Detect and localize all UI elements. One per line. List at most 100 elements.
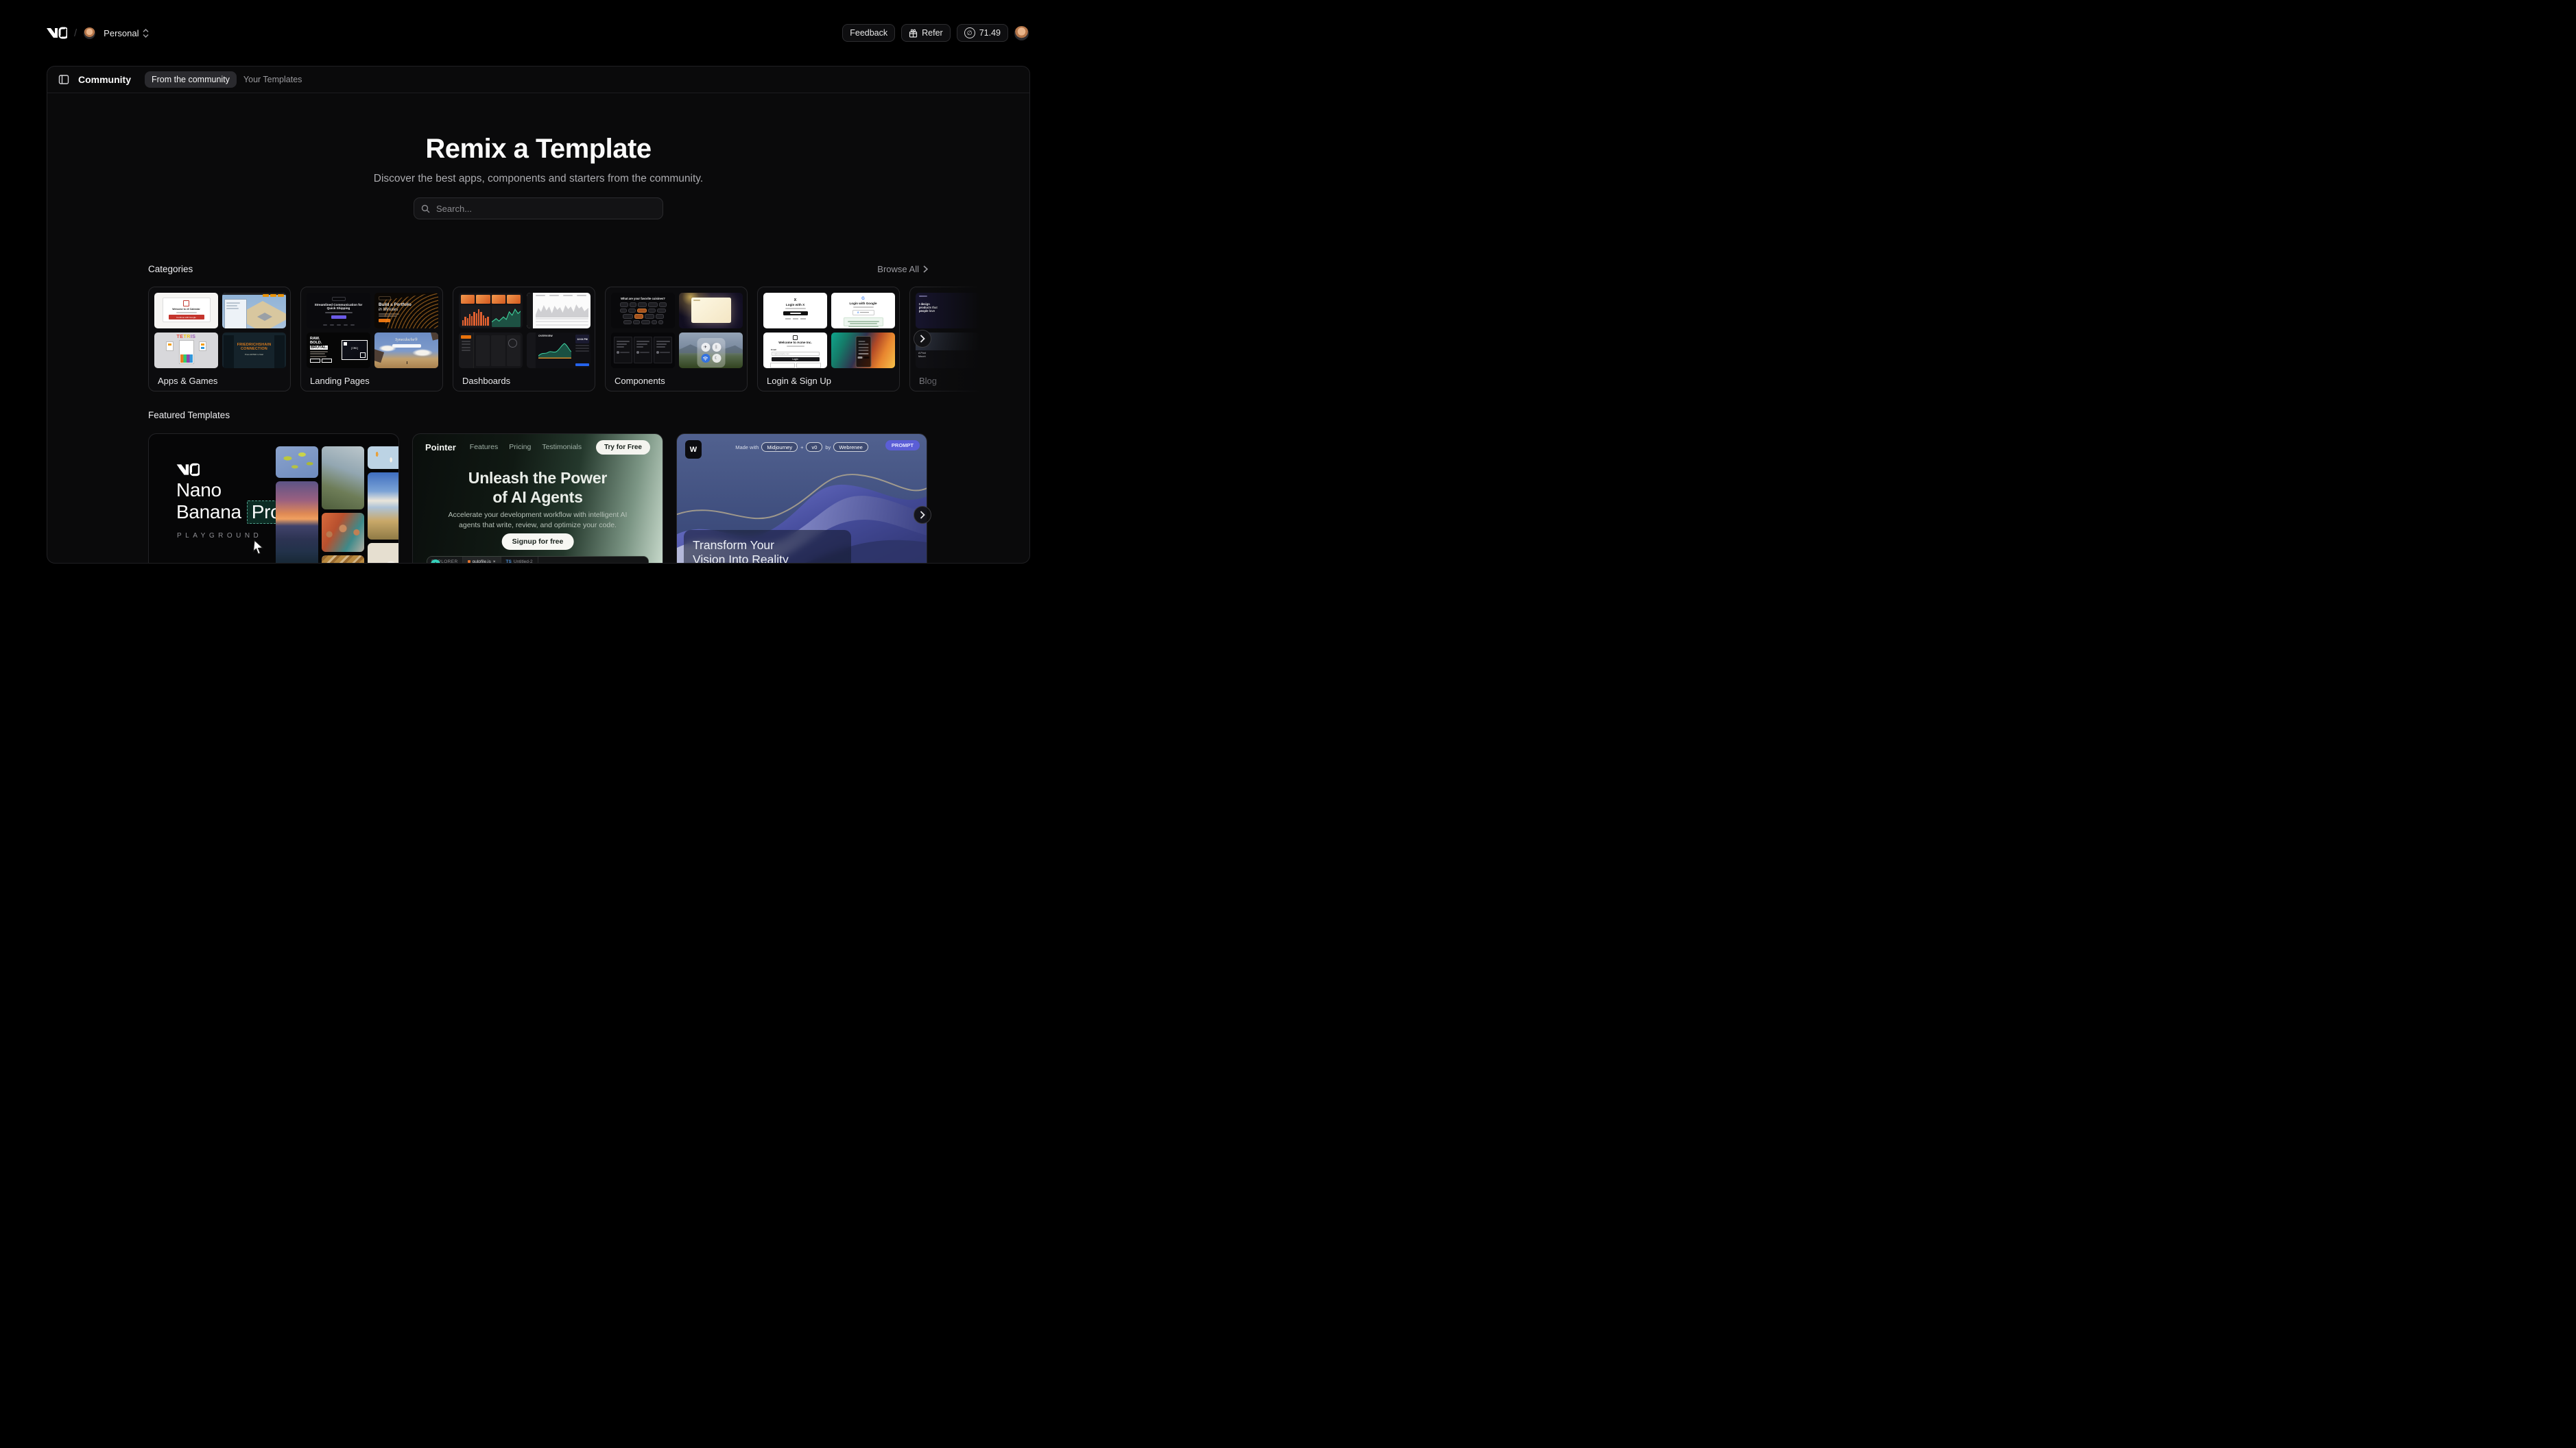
category-label: Apps & Games	[158, 376, 285, 386]
wifi-icon	[701, 354, 710, 363]
signup-free-button: Signup for free	[502, 533, 574, 550]
pointer-hero-subtitle: Accelerate your development workflow wit…	[413, 510, 663, 531]
photo-coffee	[368, 543, 399, 564]
chevron-right-icon	[920, 335, 925, 343]
chevron-right-icon	[923, 265, 928, 273]
thumb-synecdoche-landing: Synecdoche®	[374, 333, 438, 368]
browse-all-link[interactable]: Browse All	[877, 264, 928, 274]
credits-button[interactable]: ∅ 71.49	[957, 24, 1008, 42]
hero-subtitle: Discover the best apps, components and s…	[47, 173, 1029, 185]
v0-logo[interactable]	[47, 25, 67, 40]
hero-glass-panel: Transform YourVision Into Reality Use GS…	[684, 530, 851, 564]
pointer-hero-title: Unleash the Powerof AI Agents	[413, 468, 663, 507]
cursor-icon	[252, 539, 265, 555]
pointer-brand: Pointer	[425, 442, 456, 452]
chevron-updown-icon	[143, 29, 149, 38]
airplane-icon: ✈	[701, 343, 710, 352]
nano-photo-grid	[276, 446, 399, 564]
category-card-landing-pages[interactable]: Streamlined Communication forQuick Shipp…	[300, 287, 443, 391]
tab-your-templates[interactable]: Your Templates	[237, 71, 309, 88]
photo-sunset-mountains	[276, 481, 318, 564]
midjourney-badge: Midjourney	[761, 442, 798, 452]
thumb-saas-landing: Streamlined Communication forQuick Shipp…	[307, 293, 370, 328]
credits-icon: ∅	[964, 27, 975, 38]
category-label: Dashboards	[462, 376, 589, 386]
pointer-nav-pricing: Pricing	[509, 443, 531, 451]
thumb-tetris-game: TETRIS	[154, 333, 218, 368]
featured-card-webrenee[interactable]: W Made with Midjourney + v0 by Webrenee …	[676, 433, 927, 564]
thumb-dark-dashboard	[459, 333, 523, 368]
nano-title-line2: Banana Pro	[176, 500, 285, 524]
category-label: Components	[615, 376, 741, 386]
featured-heading: Featured Templates	[148, 410, 230, 420]
sidebar-toggle-button[interactable]	[58, 74, 69, 85]
thumb-calendar-app: Welcome to v0 Calendar Continue with Goo…	[154, 293, 218, 328]
user-avatar[interactable]	[1014, 26, 1029, 40]
top-bar: / Personal Feedback Refer ∅ 71.49	[47, 0, 1029, 66]
workspace-switcher[interactable]: Personal	[102, 27, 150, 40]
workspace-avatar	[84, 27, 95, 39]
prompt-button: PROMPT	[885, 440, 920, 450]
category-card-components[interactable]: What are your favorite cuisines?	[605, 287, 748, 391]
featured-card-nano-banana[interactable]: Nano Banana Pro PLAYGROUND	[148, 433, 399, 564]
featured-next-button[interactable]	[914, 506, 931, 524]
thumb-testimonials	[611, 333, 675, 368]
thumb-control-center: ✈ ᛒ ☾	[679, 333, 743, 368]
moon-icon: ☾	[712, 354, 721, 363]
browse-all-label: Browse All	[877, 264, 919, 274]
try-for-free-button: Try for Free	[596, 440, 650, 455]
search-icon	[421, 204, 430, 213]
category-card-login-signup[interactable]: X Login with X G Login with Google G Wel…	[757, 287, 900, 391]
close-icon: ×	[493, 559, 496, 564]
v0-badge: v0	[806, 442, 822, 452]
category-card-dashboards[interactable]: OVERVIEW 12:04 PM Dashboards	[453, 287, 595, 391]
category-card-apps-games[interactable]: Welcome to v0 Calendar Continue with Goo…	[148, 287, 291, 391]
nano-banana-text: Banana	[176, 501, 241, 523]
community-header-bar: Community From the community Your Templa…	[47, 67, 1029, 93]
categories-row: Welcome to v0 Calendar Continue with Goo…	[148, 287, 1030, 391]
tab-untitled: TSUntitled-2	[501, 557, 538, 564]
ts-file-icon: TS	[506, 559, 512, 564]
sidebar-panel-icon	[58, 74, 69, 85]
thumb-blog-dark2	[983, 333, 1030, 368]
hero-title: Remix a Template	[47, 134, 1029, 165]
thumb-overview-dashboard: OVERVIEW 12:04 PM	[527, 333, 591, 368]
photo-crowd	[322, 513, 364, 552]
search-input[interactable]	[435, 203, 656, 215]
js-file-icon	[468, 560, 470, 563]
featured-card-pointer[interactable]: Pointer Features Pricing Testimonials Tr…	[412, 433, 663, 564]
nano-tagline: PLAYGROUND	[177, 532, 262, 540]
credits-value: 71.49	[979, 28, 1001, 38]
thumb-brutalist-landing: RAW.BOLD.BRUTAL. [IMG]	[307, 333, 370, 368]
workspace-name: Personal	[104, 28, 139, 38]
category-label: Landing Pages	[310, 376, 437, 386]
featured-row: Nano Banana Pro PLAYGROUND Pointer Featu…	[148, 433, 927, 564]
code-editor-preview: EXPLORER ∨ VSCODE › build › extensions g…	[427, 556, 649, 564]
thumb-portfolio-landing: Build a Portfolioin Minutes	[374, 293, 438, 328]
gift-icon	[909, 29, 918, 38]
categories-heading: Categories	[148, 264, 193, 274]
pointer-nav-features: Features	[470, 443, 498, 451]
thumb-glow-card	[679, 293, 743, 328]
thumb-cuisine-chips: What are your favorite cuisines?	[611, 293, 675, 328]
chevron-right-icon	[920, 511, 925, 519]
photo-bottles	[322, 555, 364, 564]
bluetooth-icon: ᛒ	[712, 343, 721, 352]
featured-header: Featured Templates	[148, 410, 928, 420]
photo-pills	[368, 446, 399, 469]
categories-next-button[interactable]	[914, 330, 931, 348]
community-panel: Community From the community Your Templa…	[47, 66, 1030, 564]
page-title: Community	[78, 74, 131, 85]
thumb-orange-dashboard	[459, 293, 523, 328]
photo-leaves	[276, 446, 318, 478]
category-label: Login & Sign Up	[767, 376, 894, 386]
pointer-nav: Pointer Features Pricing Testimonials Tr…	[413, 434, 663, 460]
tab-from-the-community[interactable]: From the community	[145, 71, 237, 88]
thumb-login-acme: Welcome to Acme Inc. Email m@example.com…	[763, 333, 827, 368]
photo-mountain-lake	[368, 472, 399, 540]
photo-tree-painting	[322, 446, 364, 509]
refer-button[interactable]: Refer	[901, 24, 951, 42]
feedback-button[interactable]: Feedback	[842, 24, 895, 42]
thumb-login-x: X Login with X	[763, 293, 827, 328]
pointer-nav-testimonials: Testimonials	[542, 443, 582, 451]
